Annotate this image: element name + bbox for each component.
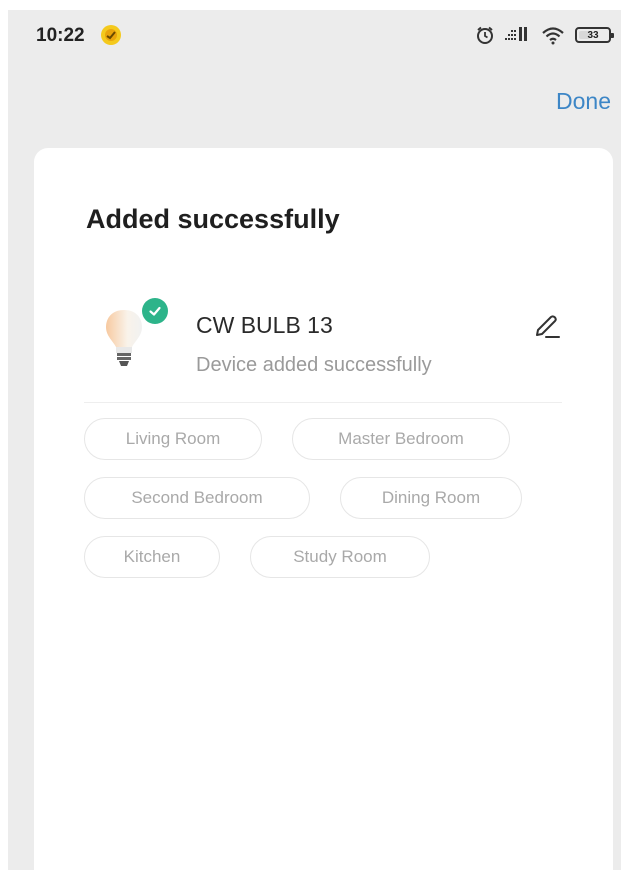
success-card: Added successfully CW BULB 13 Device add… <box>34 148 613 870</box>
room-chip-second-bedroom[interactable]: Second Bedroom <box>84 477 310 519</box>
room-chip-living-room[interactable]: Living Room <box>84 418 262 460</box>
room-chip-study-room[interactable]: Study Room <box>250 536 430 578</box>
room-chip-master-bedroom[interactable]: Master Bedroom <box>292 418 510 460</box>
check-icon <box>142 298 168 324</box>
screenshot-frame-top <box>0 0 631 10</box>
notification-app-icon <box>100 24 122 46</box>
battery-level: 33 <box>587 29 599 41</box>
page-title: Added successfully <box>86 204 340 234</box>
status-icons: 33 <box>475 24 614 46</box>
divider <box>84 402 562 403</box>
room-chip-kitchen[interactable]: Kitchen <box>84 536 220 578</box>
screen: 10:22 33 Done Added successfully CW BULB… <box>0 0 631 870</box>
device-status: Device added successfully <box>196 354 432 376</box>
status-time: 10:22 <box>36 25 85 46</box>
device-name: CW BULB 13 <box>196 312 333 338</box>
edit-icon[interactable] <box>532 312 562 342</box>
done-button[interactable]: Done <box>556 88 611 115</box>
wifi-icon <box>541 25 565 45</box>
device-icon-group <box>100 298 172 378</box>
battery-icon: 33 <box>575 27 614 43</box>
screenshot-frame-left <box>0 0 8 870</box>
room-chip-dining-room[interactable]: Dining Room <box>340 477 522 519</box>
signal-icon <box>505 26 531 44</box>
screenshot-frame-right <box>621 0 631 870</box>
alarm-icon <box>475 25 495 45</box>
status-bar: 10:22 33 <box>8 10 621 62</box>
light-bulb-icon <box>100 306 148 375</box>
